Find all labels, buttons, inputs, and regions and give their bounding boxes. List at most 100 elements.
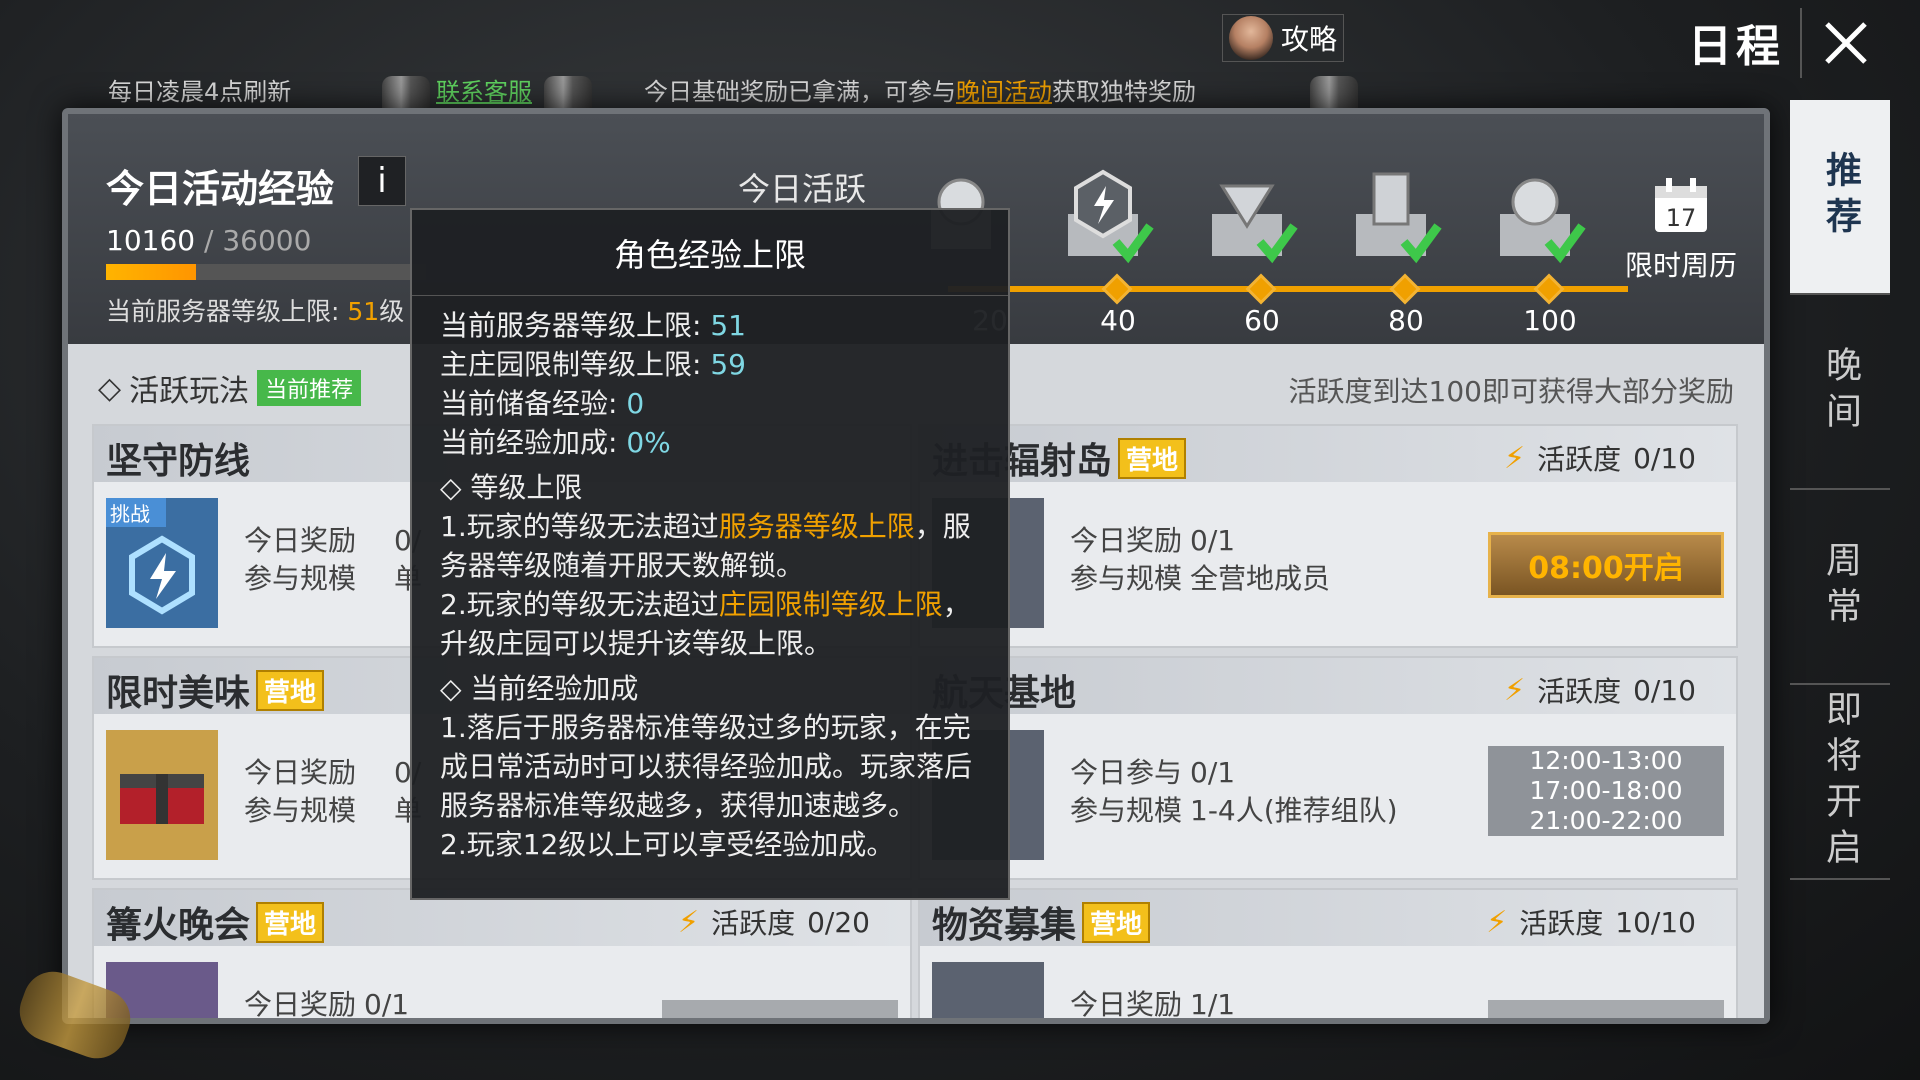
row-value: 1/1 bbox=[1190, 988, 1236, 1021]
exp-separator: / bbox=[195, 224, 223, 257]
info-button[interactable]: i bbox=[358, 156, 406, 206]
guide-label: 攻略 bbox=[1281, 23, 1338, 56]
camp-tag: 营地 bbox=[256, 669, 325, 711]
exp-progress-fill bbox=[106, 264, 196, 280]
line-value: 0% bbox=[626, 426, 671, 459]
open-times: 12:00-13:00 17:00-18:00 21:00-22:00 bbox=[1488, 746, 1724, 836]
time-slot: 12:00-13:00 bbox=[1529, 746, 1683, 775]
guide-button[interactable]: 攻略 bbox=[1222, 14, 1344, 62]
camp-tag: 营地 bbox=[256, 901, 325, 943]
section-heading: ◇ 当前经验加成 bbox=[440, 672, 639, 705]
section-heading: ◇ 等级上限 bbox=[440, 471, 583, 504]
row-value: 全营地成员 bbox=[1190, 562, 1331, 595]
card-name: 物资募集 营地 bbox=[932, 896, 1151, 948]
coin-chest-icon bbox=[1500, 178, 1586, 264]
card-values: 0/1 全营地成员 bbox=[1190, 522, 1330, 598]
food-box-icon bbox=[120, 774, 204, 824]
action-button[interactable] bbox=[1488, 1000, 1724, 1018]
start-time-button[interactable]: 08:00开启 bbox=[1488, 532, 1724, 598]
row-label: 参与规模 bbox=[1070, 562, 1183, 595]
camp-tag: 营地 bbox=[1118, 437, 1187, 479]
reward-chest-80[interactable] bbox=[1336, 164, 1446, 274]
activity-points: ⚡ 活跃度 10/10 bbox=[1486, 902, 1696, 942]
row-value: 1-4人(推荐组队) bbox=[1190, 794, 1398, 827]
diamond-icon: ◇ bbox=[98, 370, 122, 406]
reward-notice-post: 获取独特奖励 bbox=[1052, 78, 1196, 106]
bolt-icon: ⚡ bbox=[1504, 672, 1526, 708]
activity-track bbox=[948, 286, 1628, 292]
card-name-text: 篝火晚会 bbox=[106, 905, 251, 946]
active-label: 活跃度 bbox=[1537, 675, 1622, 708]
exp-value: 10160 / 36000 bbox=[106, 224, 311, 257]
activity-points: ⚡ 活跃度 0/20 bbox=[678, 902, 870, 942]
milestone-label: 40 bbox=[1100, 304, 1136, 337]
line-label: 当前储备经验: bbox=[440, 387, 627, 420]
paragraph-text: 1.玩家的等级无法超过 bbox=[440, 510, 719, 543]
active-label: 活跃度 bbox=[1519, 907, 1604, 940]
section-title-text: 活跃玩法 bbox=[129, 374, 250, 409]
row-label: 参与规模 bbox=[1070, 794, 1183, 827]
section-hint: 活跃度到达100即可获得大部分奖励 bbox=[1288, 375, 1734, 408]
tab-upcoming[interactable]: 即将开启 bbox=[1790, 685, 1890, 880]
activity-card-bonfire[interactable]: 篝火晚会 营地 ⚡ 活跃度 0/20 今日奖励 0/1 bbox=[92, 888, 912, 1018]
time-slot: 21:00-22:00 bbox=[1529, 806, 1683, 835]
card-name: 篝火晚会 营地 bbox=[106, 896, 325, 948]
card-name: 限时美味 营地 bbox=[106, 664, 325, 716]
reward-notice: 今日基础奖励已拿满，可参与晚间活动获取独特奖励 bbox=[644, 72, 1196, 107]
action-button[interactable] bbox=[662, 1000, 898, 1018]
tooltip-title: 角色经验上限 bbox=[412, 210, 1008, 296]
milestone-node bbox=[1245, 273, 1277, 305]
recommend-tag: 当前推荐 bbox=[257, 370, 362, 406]
card-values: 0/1 bbox=[364, 986, 409, 1018]
tooltip-paragraph: 2.玩家的等级无法超过庄园限制等级上限，升级庄园可以提升该等级上限。 bbox=[440, 585, 980, 663]
reward-notice-pre: 今日基础奖励已拿满，可参与 bbox=[644, 78, 956, 106]
card-image: 挑战 bbox=[106, 498, 218, 628]
tab-evening[interactable]: 晚间 bbox=[1790, 295, 1890, 490]
card-rows: 今日奖励 参与规模 bbox=[244, 754, 356, 830]
contact-link-wrap: 联系客服 bbox=[436, 72, 532, 107]
time-slot: 17:00-18:00 bbox=[1529, 776, 1683, 805]
contact-support-link[interactable]: 联系客服 bbox=[436, 78, 532, 106]
card-rows: 今日参与 参与规模 bbox=[1070, 754, 1182, 830]
card-rows: 今日奖励 参与规模 bbox=[244, 522, 356, 598]
tooltip-line: 当前储备经验: 0 bbox=[440, 384, 980, 423]
milestone-node bbox=[1389, 273, 1421, 305]
card-image bbox=[106, 730, 218, 860]
tooltip-paragraph: 2.玩家12级以上可以享受经验加成。 bbox=[440, 828, 895, 861]
active-value: 0/20 bbox=[807, 905, 870, 939]
side-tabs: 推荐 晚间 周常 即将开启 bbox=[1790, 100, 1890, 880]
reward-chest-40[interactable] bbox=[1048, 164, 1158, 274]
evening-activity-link[interactable]: 晚间活动 bbox=[956, 78, 1052, 106]
challenge-badge: 挑战 bbox=[106, 498, 166, 527]
milestone-label: 80 bbox=[1388, 304, 1424, 337]
card-image bbox=[932, 962, 1044, 1018]
energy-chest-icon bbox=[1068, 169, 1154, 264]
tooltip-paragraph: 1.玩家的等级无法超过服务器等级上限，服务器等级随着开服天数解锁。 bbox=[440, 507, 980, 585]
line-label: 当前服务器等级上限: bbox=[440, 309, 711, 342]
tooltip-line: 主庄园限制等级上限: 59 bbox=[440, 345, 980, 384]
reward-chest-100[interactable] bbox=[1480, 164, 1590, 274]
tab-weekly[interactable]: 周常 bbox=[1790, 490, 1890, 685]
close-icon bbox=[1825, 22, 1867, 64]
exp-current: 10160 bbox=[106, 224, 196, 257]
tab-recommend[interactable]: 推荐 bbox=[1790, 100, 1890, 295]
calendar-day: 17 bbox=[1666, 204, 1697, 232]
reward-chest-60[interactable] bbox=[1192, 164, 1302, 274]
active-label: 活跃度 bbox=[711, 907, 796, 940]
row-value: 0/1 bbox=[1190, 524, 1236, 557]
weekly-calendar-button[interactable]: 17 限时周历 bbox=[1616, 174, 1746, 284]
card-name-text: 坚守防线 bbox=[106, 441, 251, 482]
activity-card-radiation-island[interactable]: 进击辐射岛 营地 ⚡ 活跃度 0/10 今日奖励 参与规模 0/1 全营地成员 08:… bbox=[918, 424, 1738, 648]
refresh-notice: 每日凌晨4点刷新 bbox=[108, 78, 292, 106]
top-bar: 攻略 日程 每日凌晨4点刷新 联系客服 今日基础奖励已拿满，可参与晚间活动获取独… bbox=[0, 0, 1920, 138]
close-button[interactable] bbox=[1800, 8, 1890, 78]
row-label: 今日参与 bbox=[1070, 756, 1183, 789]
activity-card-aerospace-base[interactable]: 航天基地 ⚡活跃度0/10 今日参与 参与规模 0/1 1-4人(推荐组队) 1… bbox=[918, 656, 1738, 880]
row-label: 参与规模 bbox=[244, 562, 357, 595]
active-value: 10/10 bbox=[1615, 905, 1696, 939]
exp-title: 今日活动经验 bbox=[106, 167, 335, 211]
card-name: 坚守防线 bbox=[106, 432, 250, 484]
exp-limit-tooltip: 角色经验上限 当前服务器等级上限: 51 主庄园限制等级上限: 59 当前储备经… bbox=[410, 208, 1010, 900]
activity-card-supplies[interactable]: 物资募集 营地 ⚡ 活跃度 10/10 今日奖励 1/1 bbox=[918, 888, 1738, 1021]
card-values: 0/1 1-4人(推荐组队) bbox=[1190, 754, 1398, 830]
